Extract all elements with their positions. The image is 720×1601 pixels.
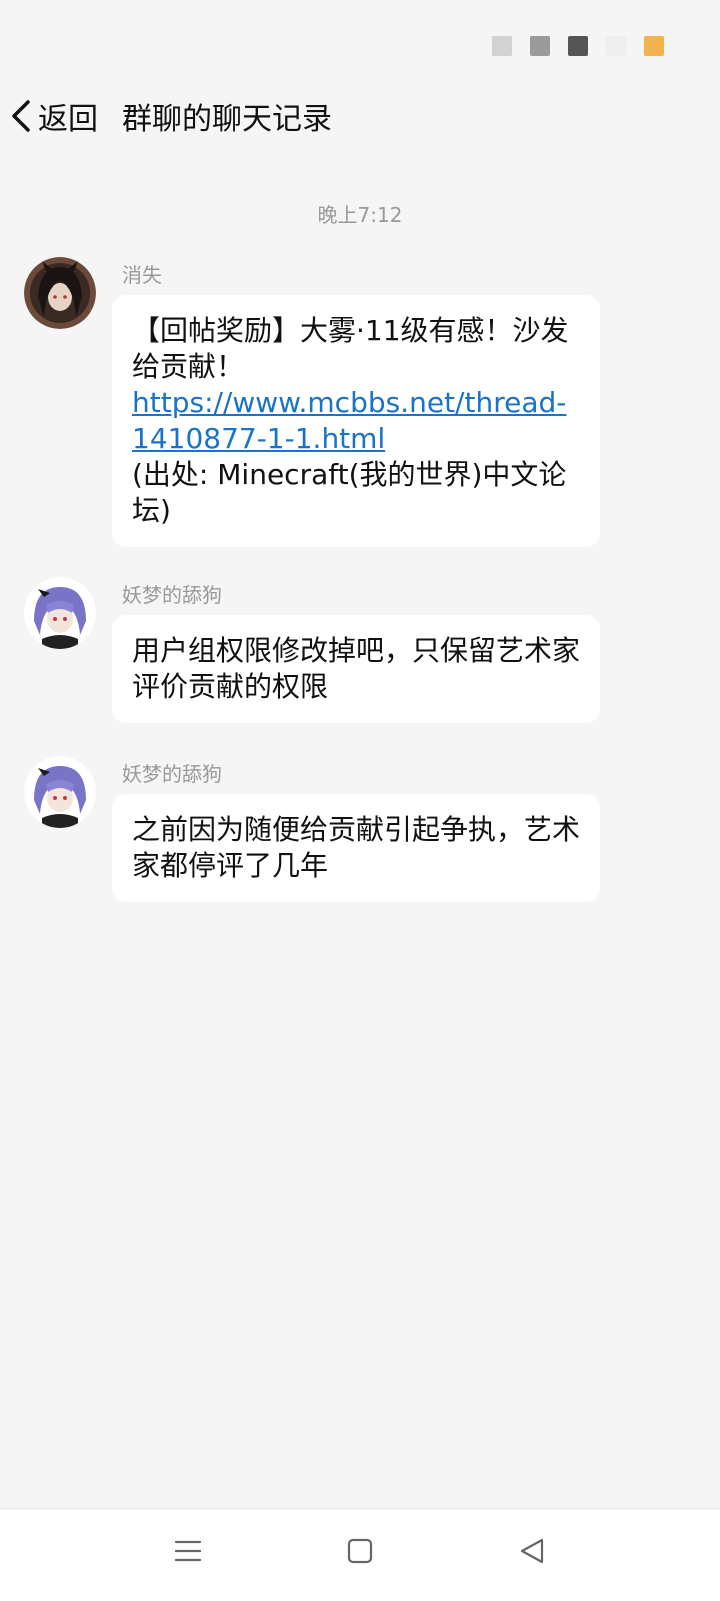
menu-button[interactable]: [168, 1531, 208, 1571]
status-bar: [492, 36, 664, 56]
avatar-purple-hair-icon: [24, 577, 96, 649]
message-bubble[interactable]: 用户组权限修改掉吧，只保留艺术家评价贡献的权限: [112, 615, 600, 723]
header: 返回 群聊的聊天记录: [0, 88, 720, 144]
home-button[interactable]: [340, 1531, 380, 1571]
page-title: 群聊的聊天记录: [122, 102, 332, 137]
nav-back-button[interactable]: [512, 1531, 552, 1571]
avatar[interactable]: [24, 577, 96, 649]
status-indicator-3: [568, 36, 588, 56]
sender-name: 消失: [122, 263, 162, 287]
message-bubble[interactable]: 之前因为随便给贡献引起争执，艺术家都停评了几年: [112, 794, 600, 902]
sender-name: 妖梦的舔狗: [122, 762, 222, 786]
avatar-dark-hair-icon: [24, 257, 96, 329]
message-text: 用户组权限修改掉吧，只保留艺术家评价贡献的权限: [132, 634, 581, 703]
back-triangle-icon: [520, 1538, 544, 1564]
home-square-icon: [347, 1538, 373, 1564]
message-bubble[interactable]: 【回帖奖励】大雾·11级有感！沙发给贡献！ https://www.mcbbs.…: [112, 295, 600, 547]
message-source-text: (出处: Minecraft(我的世界)中文论坛): [132, 458, 567, 527]
status-indicator-1: [492, 36, 512, 56]
message-timestamp: 晚上7:12: [317, 203, 403, 227]
status-indicator-4: [606, 36, 626, 56]
avatar[interactable]: [24, 257, 96, 329]
message-text: 【回帖奖励】大雾·11级有感！沙发给贡献！: [132, 314, 569, 383]
system-nav-bar: [0, 1508, 720, 1601]
message-text: 之前因为随便给贡献引起争执，艺术家都停评了几年: [132, 813, 581, 882]
back-button[interactable]: 返回: [10, 94, 98, 138]
avatar[interactable]: [24, 756, 96, 828]
status-indicator-2: [530, 36, 550, 56]
sender-name: 妖梦的舔狗: [122, 583, 222, 607]
chevron-left-icon: [12, 100, 30, 132]
message-link[interactable]: https://www.mcbbs.net/thread-1410877-1-1…: [132, 385, 580, 457]
status-indicator-5: [644, 36, 664, 56]
back-label: 返回: [38, 102, 98, 137]
menu-icon: [174, 1540, 202, 1562]
avatar-purple-hair-icon: [24, 756, 96, 828]
